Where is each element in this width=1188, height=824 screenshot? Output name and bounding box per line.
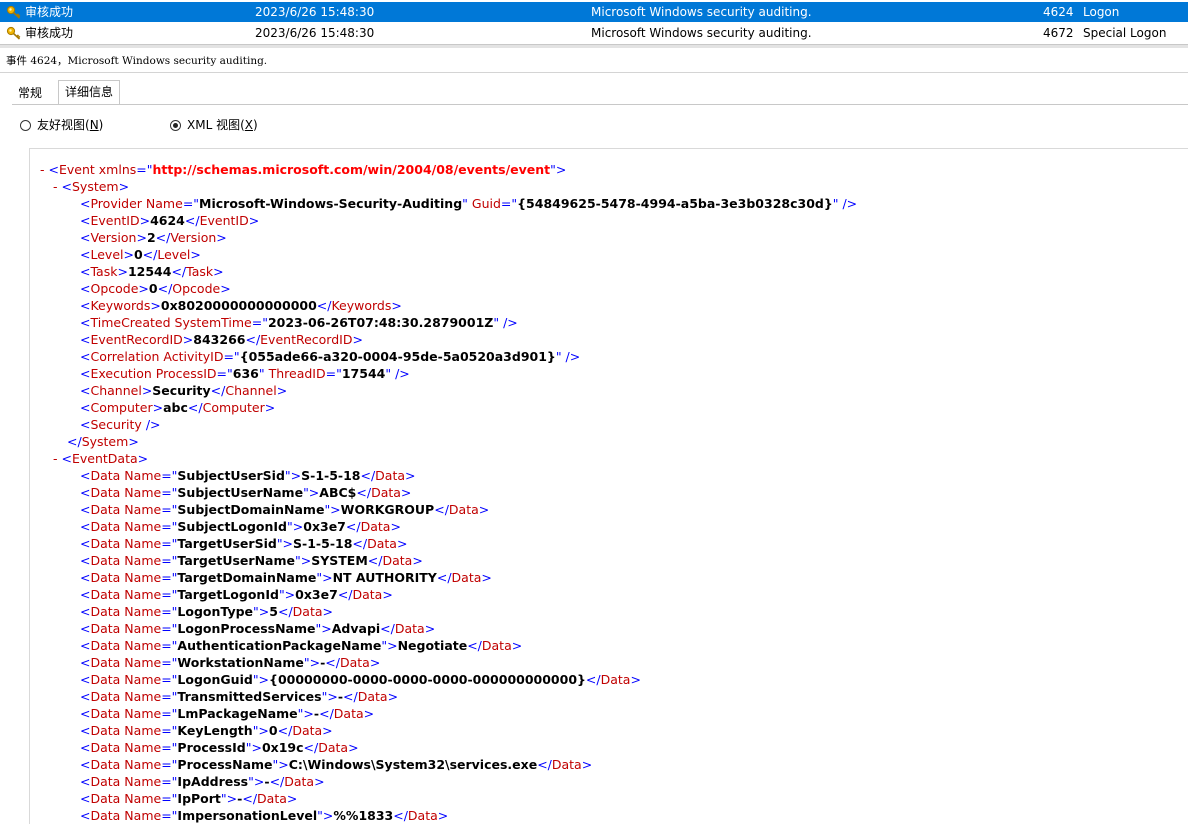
xml-data-line: <Data Name="LogonType">5</Data> <box>80 604 333 619</box>
xml-system-close: </System> <box>67 434 139 449</box>
collapse-toggle[interactable]: - <box>40 162 45 177</box>
xml-keywords: <Keywords>0x8020000000000000</Keywords> <box>80 298 402 313</box>
event-row[interactable]: 审核成功 2023/6/26 15:48:30 Microsoft Window… <box>0 23 1188 43</box>
xml-data-line: <Data Name="WorkstationName">-</Data> <box>80 655 381 670</box>
xml-execution: <Execution ProcessID="636" ThreadID="175… <box>80 366 410 381</box>
xml-version: <Version>2</Version> <box>80 230 227 245</box>
row-level: 审核成功 <box>25 26 74 40</box>
xml-correlation: <Correlation ActivityID="{055ade66-a320-… <box>80 349 581 364</box>
event-title: 事件 4624，Microsoft Windows security audit… <box>6 55 268 67</box>
xml-channel: <Channel>Security</Channel> <box>80 383 288 398</box>
key-icon <box>6 5 21 19</box>
xml-event-open: - <Event xmlns="http://schemas.microsoft… <box>40 162 567 177</box>
xml-data-line: <Data Name="SubjectLogonId">0x3e7</Data> <box>80 519 401 534</box>
xml-data-line: <Data Name="IpAddress">-</Data> <box>80 774 325 789</box>
tab-general[interactable]: 常规 <box>12 83 48 103</box>
xml-computer: <Computer>abc</Computer> <box>80 400 276 415</box>
xml-data-line: <Data Name="TargetUserName">SYSTEM</Data… <box>80 553 423 568</box>
xml-data-line: <Data Name="LmPackageName">-</Data> <box>80 706 375 721</box>
collapse-toggle[interactable]: - <box>53 179 58 194</box>
divider <box>0 72 1188 73</box>
row-level: 审核成功 <box>25 5 74 19</box>
row-event-id: 4624 <box>1043 5 1074 19</box>
row-event-id: 4672 <box>1043 26 1074 40</box>
xml-timecreated: <TimeCreated SystemTime="2023-06-26T07:4… <box>80 315 518 330</box>
key-icon <box>6 26 21 40</box>
xml-data-line: <Data Name="SubjectUserName">ABC$</Data> <box>80 485 412 500</box>
xml-opcode: <Opcode>0</Opcode> <box>80 281 231 296</box>
xml-data-line: <Data Name="ImpersonationLevel">%%1833</… <box>80 808 449 823</box>
event-list: 审核成功 2023/6/26 15:48:30 Microsoft Window… <box>0 0 1188 44</box>
xml-data-line: <Data Name="SubjectDomainName">WORKGROUP… <box>80 502 490 517</box>
xml-data-line: <Data Name="TransmittedServices">-</Data… <box>80 689 399 704</box>
xml-data-line: <Data Name="TargetDomainName">NT AUTHORI… <box>80 570 492 585</box>
friendly-view-label: 友好视图( <box>37 118 90 132</box>
friendly-view-radio[interactable]: 友好视图(N) <box>20 117 103 133</box>
xml-task: <Task>12544</Task> <box>80 264 224 279</box>
xml-data-line: <Data Name="SubjectUserSid">S-1-5-18</Da… <box>80 468 416 483</box>
xml-eventdata-open: - <EventData> <box>53 451 149 466</box>
xml-provider: <Provider Name="Microsoft-Windows-Securi… <box>80 196 858 211</box>
collapse-toggle[interactable]: - <box>53 451 58 466</box>
xml-data-line: <Data Name="TargetUserSid">S-1-5-18</Dat… <box>80 536 408 551</box>
xml-level: <Level>0</Level> <box>80 247 201 262</box>
tab-baseline <box>12 104 1188 105</box>
xml-security: <Security /> <box>80 417 161 432</box>
row-source: Microsoft Windows security auditing. <box>591 26 812 40</box>
radio-on-icon <box>170 120 181 131</box>
xml-data-line: <Data Name="KeyLength">0</Data> <box>80 723 333 738</box>
xml-data-line: <Data Name="TargetLogonId">0x3e7</Data> <box>80 587 393 602</box>
event-row-selected[interactable]: 审核成功 2023/6/26 15:48:30 Microsoft Window… <box>0 2 1188 22</box>
xml-data-line: <Data Name="LogonProcessName">Advapi</Da… <box>80 621 436 636</box>
xml-recordid: <EventRecordID>843266</EventRecordID> <box>80 332 363 347</box>
xml-data-line: <Data Name="LogonGuid">{00000000-0000-00… <box>80 672 641 687</box>
xml-data-line: <Data Name="IpPort">-</Data> <box>80 791 298 806</box>
row-source: Microsoft Windows security auditing. <box>591 5 812 19</box>
splitter[interactable] <box>0 44 1188 48</box>
xml-system-open: - <System> <box>53 179 130 194</box>
xml-eventid: <EventID>4624</EventID> <box>80 213 260 228</box>
row-category: Special Logon <box>1083 26 1167 40</box>
row-date: 2023/6/26 15:48:30 <box>255 5 375 19</box>
xml-data-line: <Data Name="ProcessId">0x19c</Data> <box>80 740 359 755</box>
tab-details[interactable]: 详细信息 <box>58 80 121 105</box>
xml-data-line: <Data Name="ProcessName">C:\Windows\Syst… <box>80 757 593 772</box>
row-category: Logon <box>1083 5 1120 19</box>
xml-view-radio[interactable]: XML 视图(X) <box>170 117 258 133</box>
xml-view: - <Event xmlns="http://schemas.microsoft… <box>29 148 1188 824</box>
xml-view-label: XML 视图( <box>187 118 245 132</box>
row-date: 2023/6/26 15:48:30 <box>255 26 375 40</box>
xml-data-line: <Data Name="AuthenticationPackageName">N… <box>80 638 523 653</box>
radio-off-icon <box>20 120 31 131</box>
